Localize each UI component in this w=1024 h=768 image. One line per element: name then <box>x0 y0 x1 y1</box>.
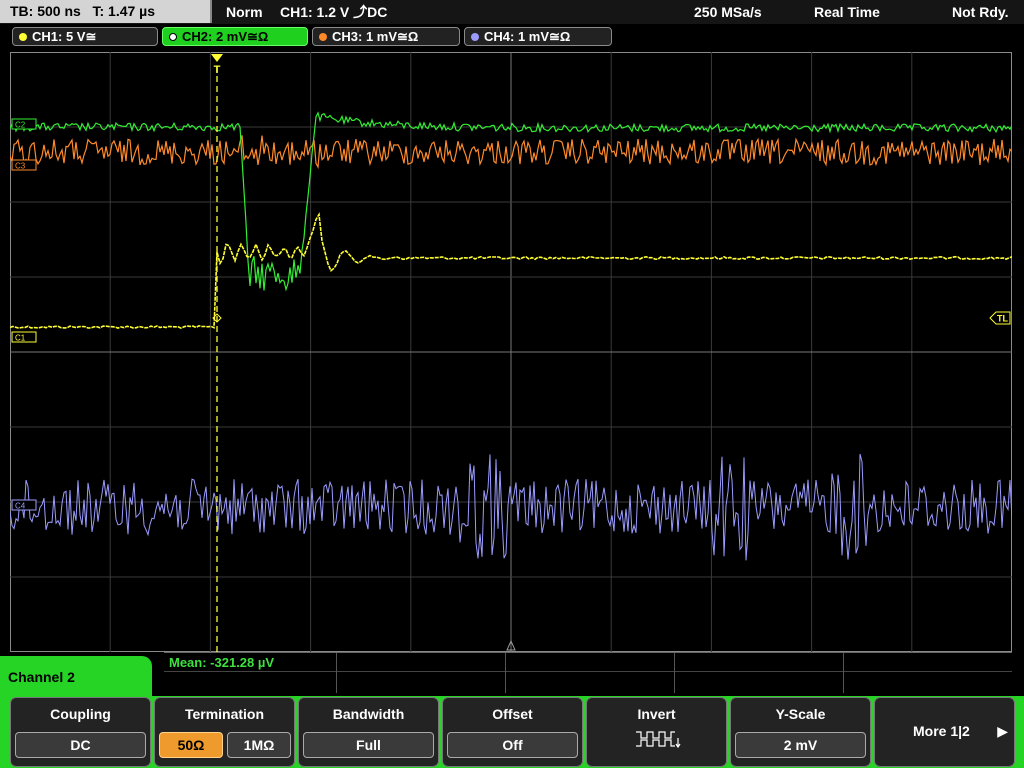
ch4-color-dot-icon <box>471 33 479 41</box>
timebase-readout: TB: 500 ns <box>10 3 81 19</box>
channel-tab-ch1[interactable]: CH1: 5 V≅ <box>12 27 158 46</box>
trigger-time-readout: T: 1.47 µs <box>92 3 156 19</box>
termination-option-1mohm[interactable]: 1MΩ <box>227 732 291 758</box>
termination-label: Termination <box>184 706 265 722</box>
marker-ch4-label: C4 <box>15 502 26 511</box>
trigger-position-label: T <box>214 64 221 76</box>
acquisition-mode: Real Time <box>814 4 880 20</box>
marker-ch2[interactable]: C2 <box>11 118 37 130</box>
invert-softkey[interactable]: Invert <box>586 697 727 767</box>
channel-tab-label: CH2: 2 mV≅Ω <box>182 29 269 44</box>
offset-value: Off <box>447 732 578 758</box>
acquisition-status: Not Rdy. <box>952 4 1009 20</box>
channel-tab-label: CH3: 1 mV≅Ω <box>332 29 419 44</box>
channel-tabs: CH1: 5 V≅ CH2: 2 mV≅Ω CH3: 1 mV≅Ω CH4: 1… <box>0 27 1024 49</box>
coupling-value: DC <box>15 732 146 758</box>
sample-rate: 250 MSa/s <box>694 4 762 20</box>
yscale-label: Y-Scale <box>775 706 826 722</box>
offset-label: Offset <box>492 706 533 722</box>
marker-ch4[interactable]: C4 <box>11 499 37 511</box>
termination-option-50ohm[interactable]: 50Ω <box>159 732 223 758</box>
timebase-box[interactable]: TB: 500 ns T: 1.47 µs <box>0 0 212 23</box>
more-softkey[interactable]: More 1|2 ▶ <box>874 697 1015 767</box>
invert-waveform-icon <box>636 731 681 749</box>
trigger-mode[interactable]: Norm <box>226 0 263 24</box>
ch2-color-dot-icon <box>169 33 177 41</box>
bandwidth-softkey[interactable]: Bandwidth Full <box>298 697 439 767</box>
yscale-softkey[interactable]: Y-Scale 2 mV <box>730 697 871 767</box>
marker-ch1[interactable]: C1 <box>11 331 37 343</box>
trigger-level-label: TL <box>997 314 1008 324</box>
coupling-softkey[interactable]: Coupling DC <box>10 697 151 767</box>
menu-title: Channel 2 <box>8 669 75 685</box>
softkey-menu: Channel 2 Coupling DC Termination 50Ω 1M… <box>0 656 1024 768</box>
marker-ch2-label: C2 <box>15 121 26 130</box>
marker-ch3[interactable]: C3 <box>11 159 37 171</box>
channel-tab-ch4[interactable]: CH4: 1 mV≅Ω <box>464 27 612 46</box>
bandwidth-value: Full <box>303 732 434 758</box>
marker-ch3-label: C3 <box>15 162 26 171</box>
waveform-display[interactable]: T C2 C3 C1 C4 TL <box>10 52 1012 652</box>
trigger-source[interactable]: CH1: 1.2 V ⤴DC <box>280 0 387 24</box>
channel-tab-label: CH4: 1 mV≅Ω <box>484 29 571 44</box>
status-bar: TB: 500 ns T: 1.47 µs Norm CH1: 1.2 V ⤴D… <box>0 0 1024 24</box>
bandwidth-label: Bandwidth <box>332 706 405 722</box>
offset-softkey[interactable]: Offset Off <box>442 697 583 767</box>
termination-softkey[interactable]: Termination 50Ω 1MΩ <box>154 697 295 767</box>
coupling-label: Coupling <box>50 706 111 722</box>
invert-label: Invert <box>637 706 676 722</box>
arrow-right-icon: ▶ <box>997 723 1008 739</box>
ch1-color-dot-icon <box>19 33 27 41</box>
more-label: More 1|2 <box>913 723 970 739</box>
yscale-value: 2 mV <box>735 732 866 758</box>
marker-ch1-label: C1 <box>15 334 26 343</box>
channel-tab-ch3[interactable]: CH3: 1 mV≅Ω <box>312 27 460 46</box>
ch3-color-dot-icon <box>319 33 327 41</box>
channel-tab-ch2[interactable]: CH2: 2 mV≅Ω <box>162 27 308 46</box>
channel-tab-label: CH1: 5 V≅ <box>32 29 97 44</box>
